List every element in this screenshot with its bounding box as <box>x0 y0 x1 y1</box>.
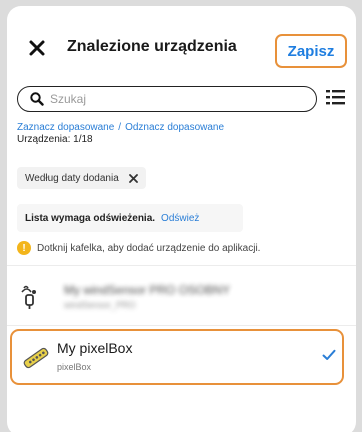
device-type: windSensor_PRO <box>64 300 136 310</box>
search-input[interactable] <box>50 92 290 106</box>
refresh-link[interactable]: Odśwież <box>161 213 199 224</box>
selection-links: Zaznacz dopasowane / Odznacz dopasowane <box>17 122 224 133</box>
sort-chip-label: Według daty dodania <box>25 172 119 184</box>
close-icon <box>128 173 138 183</box>
pixelbox-icon <box>23 347 49 369</box>
filter-button[interactable] <box>326 88 346 110</box>
divider <box>7 325 356 326</box>
checkmark-icon <box>322 349 336 360</box>
deselect-matching-link[interactable]: Odznacz dopasowane <box>125 122 224 133</box>
link-separator: / <box>118 122 122 133</box>
select-matching-link[interactable]: Zaznacz dopasowane <box>17 122 114 133</box>
app-screen: Znalezione urządzenia Zapisz Zaznacz dop… <box>7 6 356 432</box>
refresh-message: Lista wymaga odświeżenia. <box>25 212 156 224</box>
refresh-notice: Lista wymaga odświeżenia. Odśwież <box>17 204 243 232</box>
device-count: Urządzenia: 1/18 <box>17 134 93 145</box>
device-tile-pixelbox[interactable]: My pixelBox pixelBox <box>10 329 344 385</box>
close-button[interactable] <box>25 36 49 60</box>
search-box[interactable] <box>17 86 317 112</box>
device-name: My windSensor PRO OSOBNY <box>64 283 231 297</box>
search-icon <box>30 92 44 106</box>
save-button[interactable]: Zapisz <box>275 34 347 68</box>
hint-text: Dotknij kafelka, aby dodać urządzenie do… <box>37 242 261 254</box>
sort-chip[interactable]: Według daty dodania <box>17 167 146 189</box>
divider <box>7 265 356 266</box>
close-icon <box>29 40 45 56</box>
device-tile-windsensor[interactable]: My windSensor PRO OSOBNY windSensor_PRO <box>7 271 356 325</box>
page-title: Znalezione urządzenia <box>67 38 237 55</box>
device-name: My pixelBox <box>57 340 133 356</box>
filter-list-icon <box>326 90 345 105</box>
hint: ! Dotknij kafelka, aby dodać urządzenie … <box>17 241 260 255</box>
info-icon: ! <box>17 241 31 255</box>
header: Znalezione urządzenia Zapisz <box>7 6 356 84</box>
wind-sensor-icon <box>21 285 36 309</box>
remove-sort-button[interactable] <box>128 173 138 183</box>
device-type: pixelBox <box>57 362 92 372</box>
